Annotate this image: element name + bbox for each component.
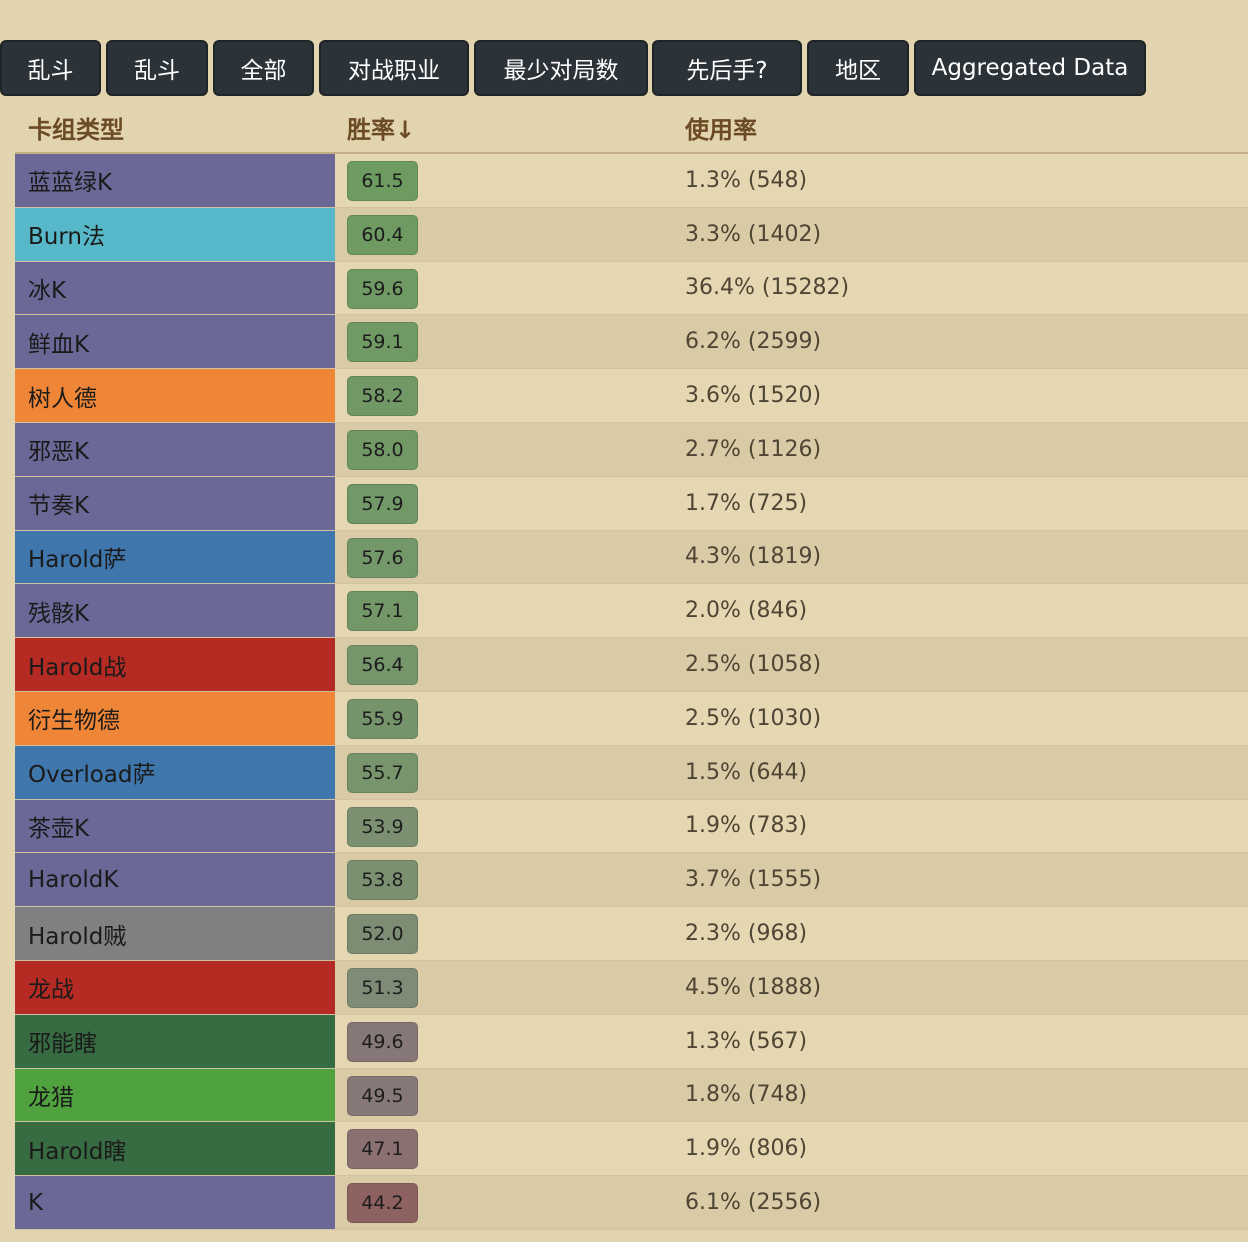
table-row[interactable]: HaroldK 53.8 3.7% (1555) <box>15 853 1248 908</box>
table-row[interactable]: 邪能瞎 49.6 1.3% (567) <box>15 1014 1248 1069</box>
filter-button-min-games[interactable]: 最少对局数 <box>474 40 648 96</box>
winrate-badge: 58.2 <box>347 376 418 417</box>
column-header-winrate[interactable]: 胜率↓ <box>347 110 415 145</box>
winrate-badge: 52.0 <box>347 914 418 955</box>
winrate-badge: 56.4 <box>347 645 418 686</box>
table-row[interactable]: 树人德 58.2 3.6% (1520) <box>15 369 1248 423</box>
winrate-badge: 57.9 <box>347 483 418 524</box>
table-row[interactable]: 残骸K 57.1 2.0% (846) <box>15 584 1248 639</box>
usage-value: 3.7% (1555) <box>685 867 822 893</box>
table-row[interactable]: Harold萨 57.6 4.3% (1819) <box>15 530 1248 585</box>
table-row[interactable]: Harold贼 52.0 2.3% (968) <box>15 907 1248 961</box>
filter-button-play-order[interactable]: 先后手? <box>652 40 802 96</box>
deck-name-cell[interactable]: Burn法 <box>15 207 335 261</box>
deck-name-cell[interactable]: 邪能瞎 <box>15 1014 335 1068</box>
deck-name-cell[interactable]: 衍生物德 <box>15 691 335 745</box>
deck-name-cell[interactable]: 邪恶K <box>15 422 335 476</box>
table-row[interactable]: 鲜血K 59.1 6.2% (2599) <box>15 315 1248 370</box>
deck-name-cell[interactable]: Harold战 <box>15 638 335 691</box>
table-row[interactable]: Harold战 56.4 2.5% (1058) <box>15 638 1248 692</box>
table-row[interactable]: 蓝蓝绿K 61.5 1.3% (548) <box>15 154 1248 208</box>
usage-value: 2.5% (1058) <box>685 652 822 678</box>
usage-value: 1.7% (725) <box>685 490 808 516</box>
winrate-badge: 59.1 <box>347 322 418 363</box>
winrate-badge: 61.5 <box>347 161 418 201</box>
filter-button-game-mode[interactable]: 乱斗 <box>0 40 101 96</box>
deck-name-cell[interactable]: 冰K <box>15 261 335 315</box>
winrate-badge: 53.9 <box>347 806 418 847</box>
table-row[interactable]: 衍生物德 55.9 2.5% (1030) <box>15 691 1248 746</box>
usage-value: 1.5% (644) <box>685 759 808 785</box>
deck-name-cell[interactable]: HaroldK <box>15 853 335 907</box>
deck-name-cell[interactable]: 鲜血K <box>15 315 335 369</box>
winrate-badge: 53.8 <box>347 860 418 901</box>
usage-value: 3.3% (1402) <box>685 221 822 247</box>
deck-name-cell[interactable]: 蓝蓝绿K <box>15 154 335 207</box>
deck-name-cell[interactable]: 龙猎 <box>15 1068 335 1122</box>
deck-name-cell[interactable]: 节奏K <box>15 476 335 530</box>
usage-value: 6.1% (2556) <box>685 1190 822 1216</box>
filter-button-region[interactable]: 地区 <box>807 40 909 96</box>
deck-name-cell[interactable]: Harold贼 <box>15 907 335 960</box>
usage-value: 4.3% (1819) <box>685 544 822 570</box>
table-row[interactable]: Harold瞎 47.1 1.9% (806) <box>15 1122 1248 1177</box>
winrate-badge: 57.1 <box>347 591 418 632</box>
deck-name-cell[interactable]: 残骸K <box>15 584 335 638</box>
deck-name-cell[interactable]: 茶壶K <box>15 799 335 853</box>
usage-value: 2.0% (846) <box>685 598 808 624</box>
usage-value: 36.4% (15282) <box>685 275 850 301</box>
usage-value: 1.3% (567) <box>685 1028 808 1054</box>
winrate-badge: 49.5 <box>347 1075 418 1116</box>
deck-name-cell[interactable]: Overload萨 <box>15 745 335 799</box>
winrate-badge: 49.6 <box>347 1021 418 1062</box>
winrate-badge: 44.2 <box>347 1183 418 1224</box>
table-row[interactable]: 龙战 51.3 4.5% (1888) <box>15 960 1248 1015</box>
table-row[interactable]: Overload萨 55.7 1.5% (644) <box>15 745 1248 800</box>
deck-name-cell[interactable]: K <box>15 1176 335 1229</box>
deck-name-cell[interactable]: Harold瞎 <box>15 1122 335 1176</box>
table-row[interactable]: 节奏K 57.9 1.7% (725) <box>15 476 1248 531</box>
table-header: 卡组类型 胜率↓ 使用率 <box>15 100 1248 155</box>
winrate-badge: 58.0 <box>347 429 418 470</box>
winrate-badge: 47.1 <box>347 1129 418 1170</box>
table-row[interactable]: K 44.2 6.1% (2556) <box>15 1176 1248 1230</box>
usage-value: 4.5% (1888) <box>685 974 822 1000</box>
filter-button-opponent-class[interactable]: 对战职业 <box>319 40 469 96</box>
deck-name-cell[interactable]: 龙战 <box>15 960 335 1014</box>
winrate-badge: 59.6 <box>347 268 418 309</box>
table-row[interactable]: 冰K 59.6 36.4% (15282) <box>15 261 1248 316</box>
usage-value: 1.9% (783) <box>685 813 808 839</box>
winrate-badge: 55.9 <box>347 698 418 739</box>
winrate-badge: 57.6 <box>347 537 418 578</box>
column-header-usage[interactable]: 使用率 <box>685 110 757 145</box>
usage-value: 1.9% (806) <box>685 1136 808 1162</box>
usage-value: 2.7% (1126) <box>685 436 822 462</box>
filter-button-format[interactable]: 乱斗 <box>106 40 208 96</box>
deck-name-cell[interactable]: 树人德 <box>15 369 335 422</box>
table-row[interactable]: Burn法 60.4 3.3% (1402) <box>15 207 1248 262</box>
filter-button-aggregated-data[interactable]: Aggregated Data <box>914 40 1146 96</box>
usage-value: 6.2% (2599) <box>685 329 822 355</box>
deck-name-cell[interactable]: Harold萨 <box>15 530 335 584</box>
usage-value: 3.6% (1520) <box>685 383 822 409</box>
winrate-badge: 60.4 <box>347 214 418 255</box>
table-row[interactable]: 邪恶K 58.0 2.7% (1126) <box>15 422 1248 477</box>
column-header-deck-type[interactable]: 卡组类型 <box>28 110 124 145</box>
table-row[interactable]: 茶壶K 53.9 1.9% (783) <box>15 799 1248 854</box>
winrate-badge: 51.3 <box>347 967 418 1008</box>
filter-button-rank[interactable]: 全部 <box>213 40 314 96</box>
usage-value: 1.3% (548) <box>685 167 808 193</box>
deck-table: 蓝蓝绿K 61.5 1.3% (548) Burn法 60.4 3.3% (1402) 冰K… <box>15 154 1248 1230</box>
usage-value: 1.8% (748) <box>685 1082 808 1108</box>
winrate-badge: 55.7 <box>347 752 418 793</box>
usage-value: 2.5% (1030) <box>685 705 822 731</box>
table-row[interactable]: 龙猎 49.5 1.8% (748) <box>15 1068 1248 1123</box>
usage-value: 2.3% (968) <box>685 921 808 947</box>
